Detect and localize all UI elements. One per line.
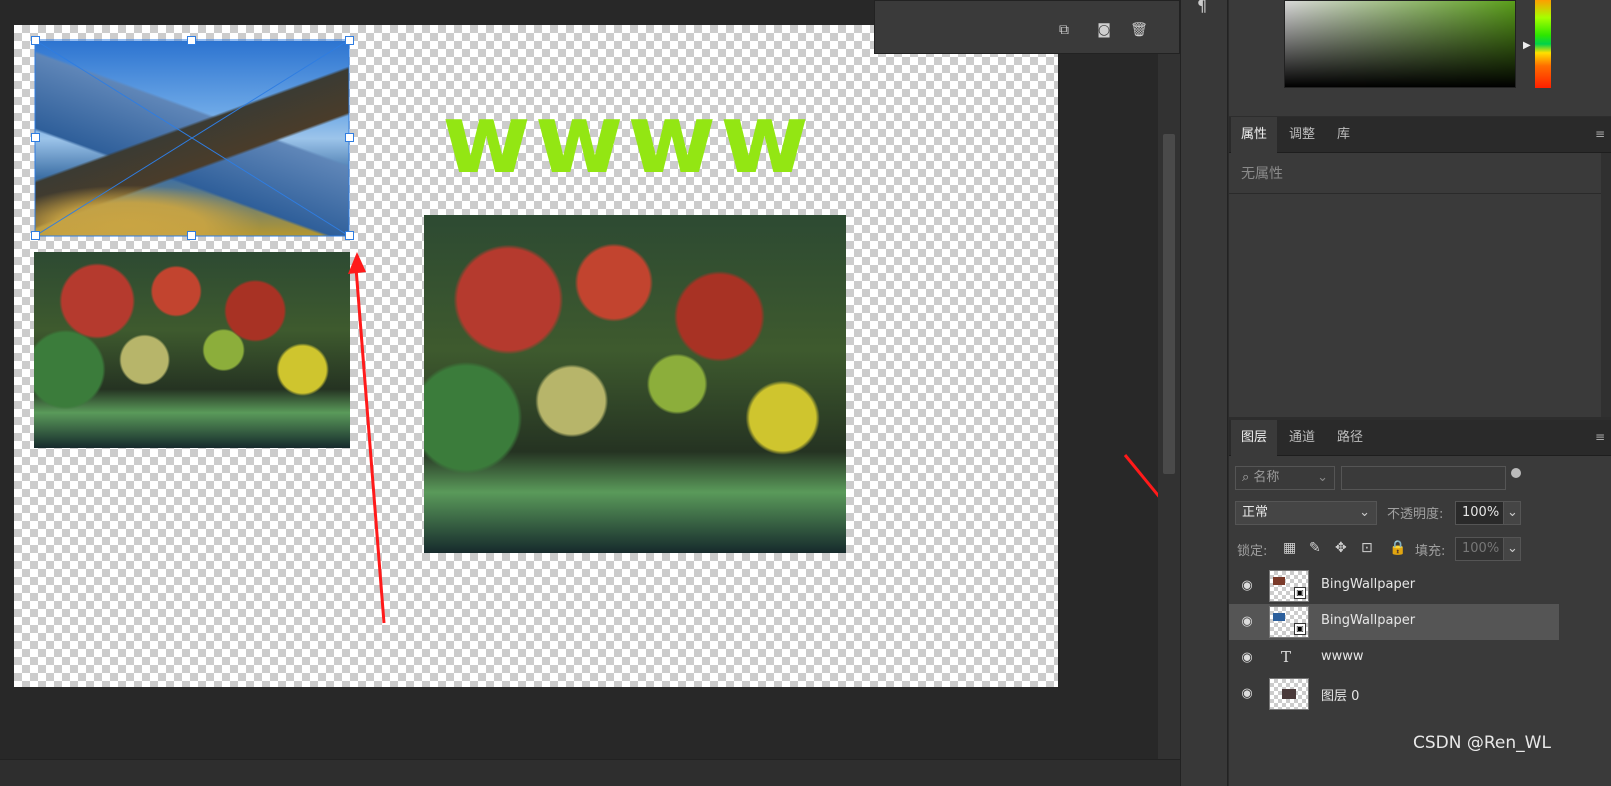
hue-slider[interactable] [1535, 0, 1551, 88]
paragraph-icon[interactable]: ¶ [1197, 0, 1207, 15]
lock-label: 锁定: [1237, 544, 1268, 559]
trash-icon[interactable]: 🗑 [1128, 19, 1150, 41]
layer-name: BingWallpaper [1321, 577, 1416, 592]
smart-object-icon: ▣ [1294, 587, 1306, 599]
camera-icon[interactable]: ◙ [1093, 19, 1115, 41]
opacity-dropdown[interactable]: ⌄ [1503, 501, 1521, 525]
chevron-down-icon: ⌄ [1317, 470, 1328, 485]
chevron-down-icon: ⌄ [1359, 505, 1370, 520]
layer-name: BingWallpaper [1321, 613, 1416, 628]
tab-adjustments[interactable]: 调整 [1279, 117, 1325, 153]
layers-tabs: 图层 通道 路径 ≡ [1229, 420, 1611, 456]
properties-scrollbar[interactable] [1601, 153, 1611, 417]
filter-toggle[interactable] [1511, 468, 1521, 478]
layer-row-selected[interactable]: ◉ ▣ BingWallpaper [1229, 604, 1559, 640]
layer-thumbnail: ▣ [1269, 606, 1309, 638]
lock-all-icon[interactable]: 🔒 [1389, 540, 1406, 556]
chevron-down-icon: ⌄ [1507, 541, 1518, 556]
tab-libraries[interactable]: 库 [1327, 117, 1360, 153]
tab-properties[interactable]: 属性 [1231, 117, 1278, 153]
mini-photo [1273, 613, 1285, 621]
fill-value: 100% [1462, 541, 1500, 556]
fill-dropdown[interactable]: ⌄ [1503, 537, 1521, 561]
layer-name: 图层 0 [1321, 689, 1360, 704]
layer-name: wwww [1321, 649, 1364, 664]
chevron-down-icon: ⌄ [1507, 505, 1518, 520]
transform-handle-tr[interactable] [345, 36, 354, 45]
filter-kind-label: 名称 [1253, 470, 1280, 485]
transform-box-overlay [34, 39, 1180, 624]
transform-handle-tm[interactable] [187, 36, 196, 45]
layer-filter-kind[interactable]: ⌕ 名称 ⌄ [1235, 466, 1335, 490]
smart-object-icon: ▣ [1294, 623, 1306, 635]
opacity-input[interactable]: 100% [1455, 501, 1507, 525]
layer-row[interactable]: ◉ T wwww [1229, 640, 1559, 676]
lock-position-icon[interactable]: ✥ [1335, 540, 1347, 556]
transform-handle-br[interactable] [345, 231, 354, 240]
layer-thumbnail [1269, 678, 1309, 710]
fill-input[interactable]: 100% [1455, 537, 1507, 561]
properties-tabs: 属性 调整 库 ≡ [1229, 117, 1611, 153]
text-layer-icon: T [1281, 648, 1292, 666]
opacity-label: 不透明度: [1387, 507, 1444, 522]
search-icon: ⌕ [1242, 470, 1254, 485]
vertical-scroll-thumb[interactable] [1163, 134, 1175, 474]
lock-image-pixels-icon[interactable]: ✎ [1309, 540, 1321, 556]
properties-empty-text: 无属性 [1241, 166, 1283, 182]
mini-photo [1273, 577, 1285, 585]
blend-mode-select[interactable]: 正常 ⌄ [1235, 501, 1377, 525]
tab-channels[interactable]: 通道 [1279, 420, 1325, 456]
transform-handle-ml[interactable] [31, 133, 40, 142]
panel-menu-icon[interactable]: ≡ [1595, 127, 1605, 141]
fill-label: 填充: [1415, 544, 1446, 559]
document-workspace: wwww ⧉ ◙ 🗑 [0, 0, 1180, 786]
new-snapshot-icon[interactable]: ⧉ [1053, 19, 1075, 41]
transform-handle-mr[interactable] [345, 133, 354, 142]
divider [1229, 193, 1611, 194]
transform-handle-tl[interactable] [31, 36, 40, 45]
blend-mode-value: 正常 [1242, 505, 1269, 520]
transform-handle-bm[interactable] [187, 231, 196, 240]
watermark-text: CSDN @Ren_WL [1413, 733, 1551, 753]
tab-layers[interactable]: 图层 [1231, 420, 1278, 456]
eye-icon[interactable]: ◉ [1239, 650, 1255, 666]
color-field[interactable] [1284, 0, 1516, 88]
vertical-scrollbar[interactable] [1158, 54, 1180, 759]
layer-row[interactable]: ◉ 图层 0 [1229, 676, 1559, 712]
eye-icon[interactable]: ◉ [1239, 686, 1255, 702]
history-panel: ⧉ ◙ 🗑 [874, 0, 1180, 54]
horizontal-scrollbar[interactable] [0, 759, 1180, 786]
tab-paths[interactable]: 路径 [1327, 420, 1373, 456]
opacity-value: 100% [1462, 505, 1500, 520]
right-panel-column: ▶ 属性 调整 库 ≡ 无属性 图层 通道 路径 ≡ ⌕ 名称 ⌄ 正常 ⌄ 不透明… [1229, 0, 1611, 786]
eye-icon[interactable]: ◉ [1239, 614, 1255, 630]
properties-body: 无属性 [1229, 153, 1611, 417]
layer-row[interactable]: ◉ ▣ BingWallpaper [1229, 568, 1559, 604]
panel-dock-strip: ¶ [1180, 0, 1228, 786]
color-picker-panel: ▶ [1229, 0, 1611, 116]
layer-thumbnail: ▣ [1269, 570, 1309, 602]
panel-menu-icon[interactable]: ≡ [1595, 430, 1605, 444]
mini-photo [1282, 689, 1296, 699]
layer-filter-input[interactable] [1341, 466, 1506, 490]
transform-handle-bl[interactable] [31, 231, 40, 240]
eye-icon[interactable]: ◉ [1239, 578, 1255, 594]
lock-transparent-pixels-icon[interactable]: ▦ [1283, 540, 1296, 556]
lock-artboard-icon[interactable]: ⊡ [1361, 540, 1373, 556]
hue-slider-marker-icon[interactable]: ▶ [1523, 40, 1531, 51]
